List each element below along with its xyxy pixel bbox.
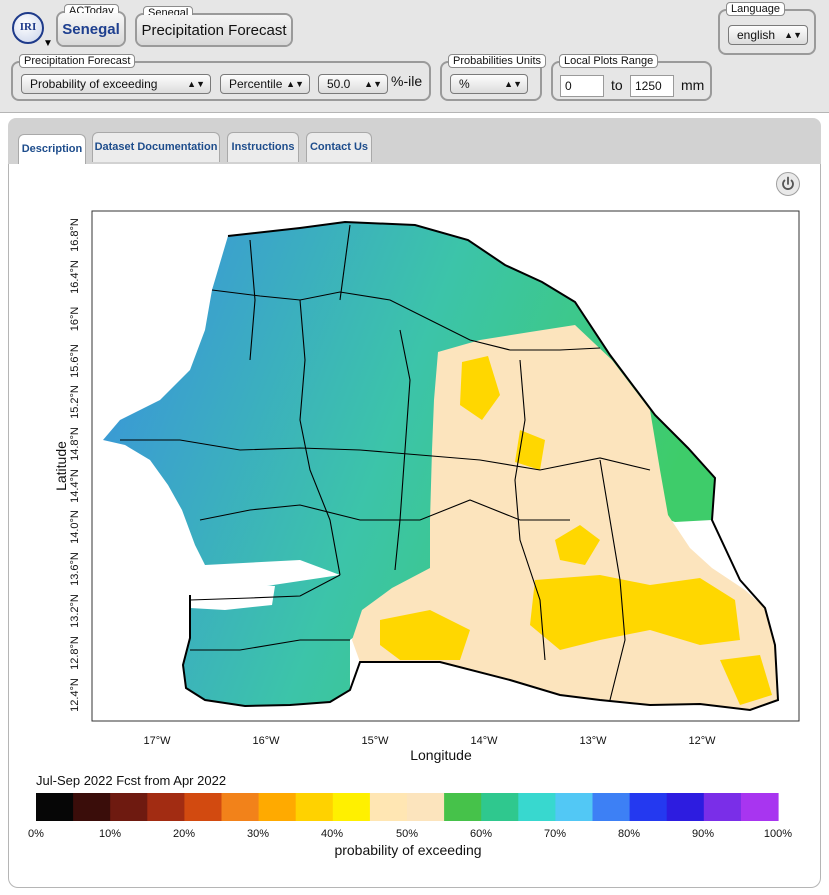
colorbar-ticks: 0% 10% 20% 30% 40% 50% 60% 70% 80% 90% 1…	[28, 828, 792, 840]
lon-tick: 16°W	[252, 735, 280, 747]
colorbar-segment	[740, 793, 779, 821]
lat-tick: 14.8°N	[69, 427, 81, 461]
colorbar-tick: 40%	[321, 828, 343, 840]
colorbar-segment	[666, 793, 705, 821]
colorbar-segment	[147, 793, 185, 821]
lon-tick: 13°W	[579, 735, 607, 747]
colorbar-title: probability of exceeding	[334, 842, 481, 858]
lat-tick: 13.2°N	[69, 594, 81, 628]
lat-tick: 15.2°N	[69, 385, 81, 419]
colorbar-segment	[407, 793, 445, 821]
colorbar-tick: 50%	[396, 828, 418, 840]
colorbar-segment	[629, 793, 668, 821]
colorbar-segment	[444, 793, 482, 821]
lat-tick: 16.4°N	[69, 260, 81, 294]
colorbar-segment	[221, 793, 260, 821]
colorbar	[36, 793, 779, 821]
colorbar-segment	[184, 793, 223, 821]
colorbar-tick: 90%	[692, 828, 714, 840]
lon-tick: 17°W	[143, 735, 171, 747]
lat-tick: 14.4°N	[69, 469, 81, 503]
colorbar-tick: 0%	[28, 828, 44, 840]
latitude-tick-labels: 12.4°N 12.8°N 13.2°N 13.6°N 14.0°N 14.4°…	[69, 218, 81, 712]
colorbar-tick: 60%	[470, 828, 492, 840]
y-axis-title: Latitude	[53, 441, 69, 491]
lat-tick: 13.6°N	[69, 552, 81, 586]
lon-tick: 12°W	[688, 735, 716, 747]
colorbar-segment	[369, 793, 408, 821]
lat-tick: 16°N	[69, 307, 81, 332]
colorbar-segment	[703, 793, 742, 821]
lon-tick: 14°W	[470, 735, 498, 747]
lat-tick: 15.6°N	[69, 344, 81, 378]
colorbar-tick: 100%	[764, 828, 792, 840]
colorbar-segment	[295, 793, 334, 821]
lat-tick: 12.4°N	[69, 678, 81, 712]
colorbar-tick: 80%	[618, 828, 640, 840]
x-axis-title: Longitude	[410, 747, 472, 763]
colorbar-tick: 10%	[99, 828, 121, 840]
colorbar-segment	[332, 793, 371, 821]
colorbar-segment	[258, 793, 297, 821]
colorbar-tick: 70%	[544, 828, 566, 840]
colorbar-segment	[592, 793, 631, 821]
lat-tick: 14.0°N	[69, 510, 81, 544]
map-caption: Jul-Sep 2022 Fcst from Apr 2022	[36, 773, 226, 788]
lat-tick: 16.8°N	[69, 218, 81, 252]
forecast-map-figure: 12.4°N 12.8°N 13.2°N 13.6°N 14.0°N 14.4°…	[28, 210, 800, 858]
colorbar-segment	[36, 793, 74, 821]
colorbar-tick: 20%	[173, 828, 195, 840]
lat-tick: 12.8°N	[69, 636, 81, 670]
colorbar-segment	[110, 793, 148, 821]
colorbar-segment	[555, 793, 594, 821]
colorbar-segment	[481, 793, 519, 821]
colorbar-tick: 30%	[247, 828, 269, 840]
colorbar-segment	[73, 793, 111, 821]
longitude-tick-labels: 17°W 16°W 15°W 14°W 13°W 12°W	[143, 735, 716, 747]
colorbar-segment	[518, 793, 556, 821]
lon-tick: 15°W	[361, 735, 389, 747]
